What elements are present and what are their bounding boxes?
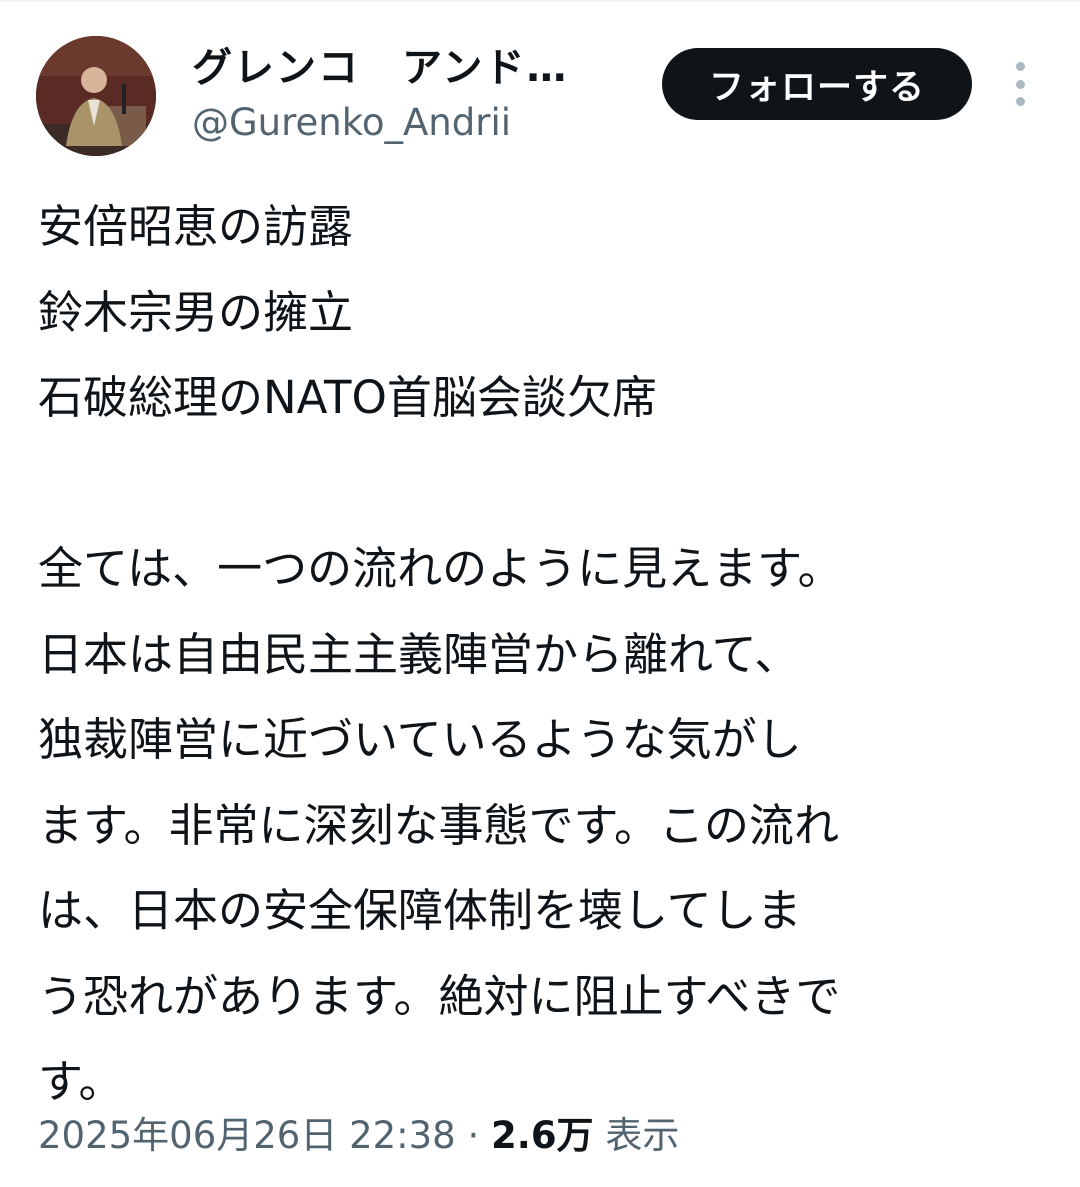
views-label: 表示 [605, 1114, 680, 1157]
tweet-line: 安倍昭恵の訪露 [38, 200, 354, 253]
tweet-text: 安倍昭恵の訪露 鈴木宗男の擁立 石破総理のNATO首脳会談欠席 全ては、一つの流… [38, 184, 1048, 1125]
more-dot [1015, 79, 1025, 89]
tweet-line: 独裁陣営に近づいているような気がし [38, 713, 802, 766]
meta-separator: · [467, 1114, 480, 1157]
tweet-timestamp[interactable]: 2025年06月26日 22:38 [38, 1114, 456, 1157]
author-handle[interactable]: @Gurenko_Andrii [192, 98, 511, 148]
avatar[interactable] [36, 36, 156, 156]
top-divider [0, 0, 1080, 2]
more-dot [1015, 62, 1025, 71]
tweet-line: 全ては、一つの流れのように見えます。 [38, 542, 843, 595]
views-count: 2.6万 [491, 1114, 594, 1157]
tweet-line: 日本は自由民主主義陣営から離れて、 [38, 627, 800, 681]
author-display-name[interactable]: グレンコ アンド… [192, 42, 612, 94]
tweet-meta: 2025年06月26日 22:38 · 2.6万 表示 [38, 1106, 679, 1166]
tweet-line: ます。非常に深刻な事態です。この流れ [38, 798, 840, 852]
more-dot [1015, 97, 1025, 106]
tweet-line: う恐れがあります。絶対に阻止すべきで [38, 969, 841, 1023]
tweet-line: 石破総理のNATO首脳会談欠席 [38, 371, 657, 424]
more-vertical-icon[interactable] [1004, 62, 1036, 106]
follow-button[interactable]: フォローする [662, 48, 972, 120]
avatar-photo [36, 36, 156, 156]
tweet-line: は、日本の安全保障体制を壊してしま [38, 884, 802, 937]
tweet-line: 鈴木宗男の擁立 [38, 285, 354, 339]
